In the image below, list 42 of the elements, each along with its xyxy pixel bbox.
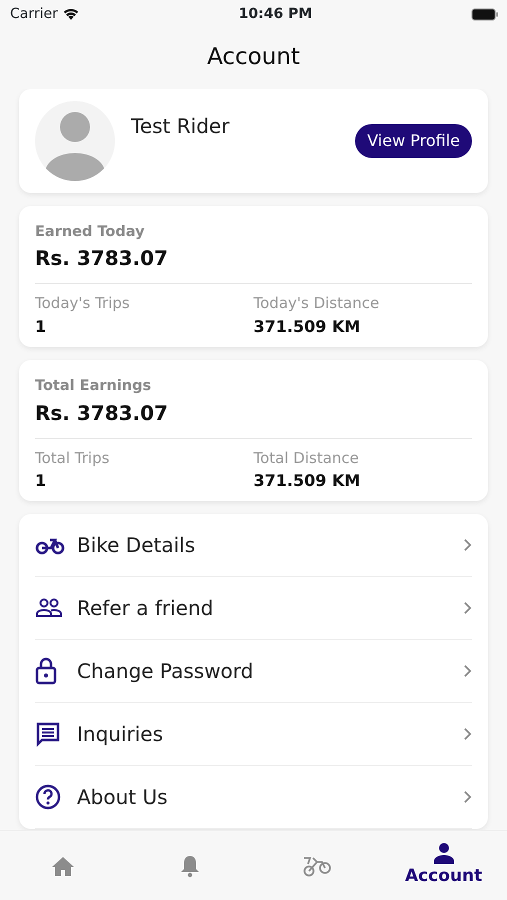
stat-heading: Total Earnings (35, 376, 152, 396)
battery-icon (471, 8, 499, 20)
help-icon (35, 784, 61, 810)
menu-item[interactable]: Bike Details (35, 514, 472, 577)
stat-value: 1 (35, 316, 48, 338)
menu-item[interactable]: Change Password (35, 640, 472, 703)
people-icon (35, 598, 63, 618)
stat-value: 371.509 KM (254, 316, 362, 338)
person-icon (432, 842, 456, 864)
carrier-label: Carrier (10, 4, 58, 24)
stat-label: Today's Distance (254, 293, 380, 314)
stat-heading: Earned Today (35, 222, 146, 242)
menu-label: Inquiries (77, 721, 164, 748)
stat-label: Today's Trips (35, 293, 131, 314)
message-icon (35, 721, 61, 747)
menu-label: Change Password (77, 658, 254, 685)
menu-item[interactable]: Inquiries (35, 703, 472, 766)
chevron-right-icon (463, 664, 472, 678)
stat-value: 1 (35, 470, 48, 492)
chevron-right-icon (463, 727, 472, 741)
stat-label: Total Trips (35, 448, 110, 468)
menu-label: About Us (77, 784, 169, 811)
earnings-amount: Rs. 3783.07 (35, 245, 169, 272)
lock-icon (35, 657, 57, 685)
menu-item[interactable]: About Us (35, 766, 472, 829)
stat-value: 371.509 KM (254, 470, 362, 492)
bell-icon (179, 854, 202, 878)
wifi-icon (62, 8, 80, 20)
chevron-right-icon (463, 538, 472, 552)
chevron-right-icon (463, 601, 472, 615)
profile-name: Test Rider (131, 112, 230, 140)
earnings-amount: Rs. 3783.07 (35, 400, 169, 426)
menu-label: Bike Details (77, 532, 196, 559)
menu-label: Refer a friend (77, 595, 214, 622)
menu-item[interactable]: Refer a friend (35, 577, 472, 640)
chevron-right-icon (463, 790, 472, 804)
view-profile-button[interactable]: View Profile (355, 124, 472, 158)
clock-time: 10:46 PM (238, 4, 312, 24)
tab-bar-item[interactable]: Account (380, 831, 507, 900)
page-title: Account (206, 43, 301, 72)
home-icon (51, 854, 76, 876)
stat-label: Total Distance (254, 448, 360, 468)
